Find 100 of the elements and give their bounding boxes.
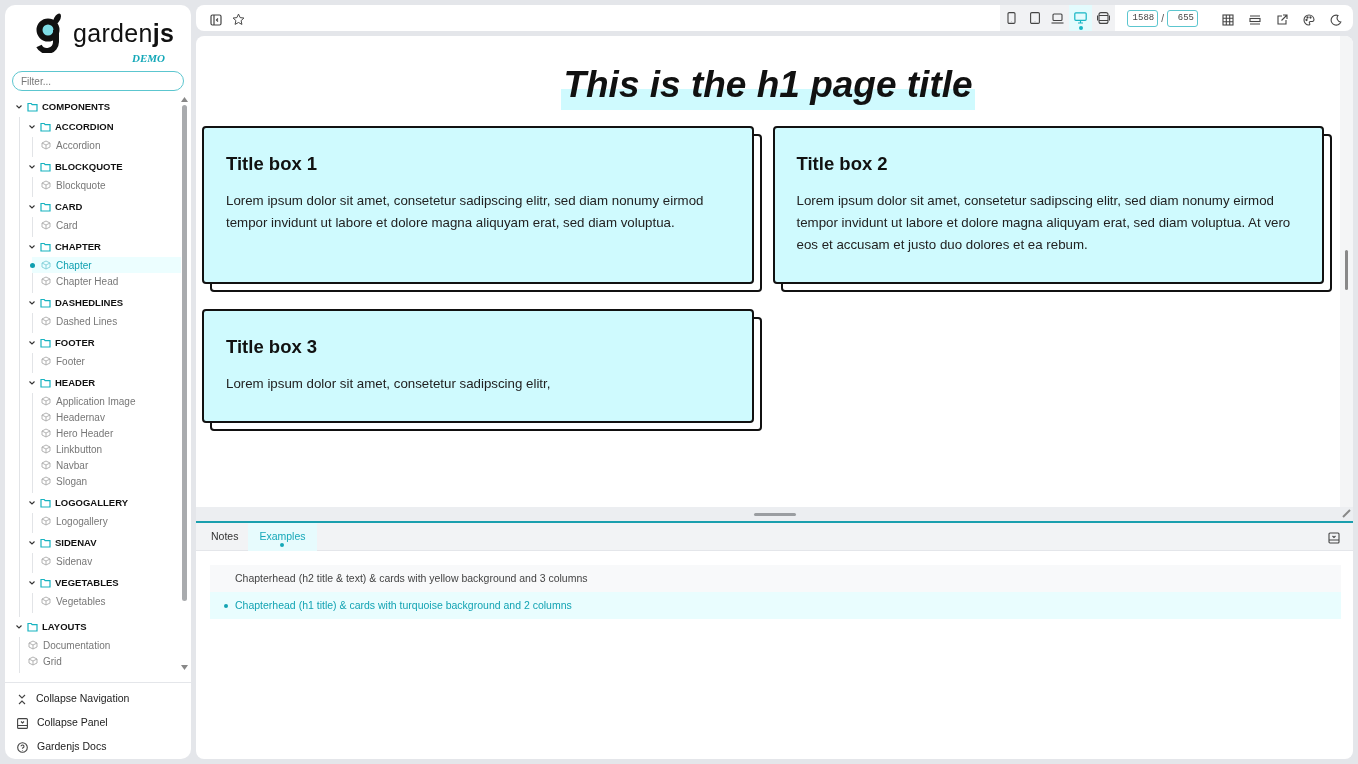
folder-item[interactable]: SIDENAV: [28, 533, 181, 553]
cube-icon: [41, 220, 51, 230]
nav-item[interactable]: Footer: [32, 353, 181, 369]
folder-item[interactable]: HEADER: [28, 373, 181, 393]
nav-item[interactable]: Accordion: [32, 137, 181, 153]
nav-item[interactable]: Vegetables: [32, 593, 181, 609]
panel-icon: [1327, 532, 1340, 545]
chevron-down-icon: [28, 299, 36, 307]
folder-icon: [40, 162, 51, 172]
folder-icon: [40, 538, 51, 548]
demo-label: DEMO: [131, 53, 165, 63]
collapse-icon: [17, 693, 27, 705]
nav-item[interactable]: Slogan: [32, 473, 181, 489]
nav-item[interactable]: Chapter: [32, 257, 181, 273]
active-dot: [30, 263, 35, 268]
scrollbar-thumb[interactable]: [182, 105, 187, 601]
folder-item[interactable]: CHAPTER: [28, 237, 181, 257]
nav-item[interactable]: Hero Header: [32, 425, 181, 441]
width-field[interactable]: 1588: [1127, 9, 1159, 27]
nav-item[interactable]: Blockquote: [32, 177, 181, 193]
cube-icon: [28, 656, 38, 666]
cube-icon: [41, 556, 51, 566]
nav-item[interactable]: Grid: [19, 653, 181, 669]
card-text: Lorem ipsum dolor sit amet, consetetur sadipscing elitr,: [226, 374, 552, 393]
chevron-down-icon: [28, 579, 36, 587]
card-text: Lorem ipsum dolor sit amet, consetetur sadipscing elitr, sed diam nonumy eirmod tempor invidunt ut labore et dolore magna aliquyam erat, sed diam voluptua.: [226, 191, 705, 232]
height-field[interactable]: 655: [1167, 9, 1198, 27]
folder-icon: [40, 498, 51, 508]
cube-icon: [41, 396, 51, 406]
laptop-icon: [1051, 12, 1065, 24]
resize-icon[interactable]: [1342, 509, 1351, 518]
card-text: Lorem ipsum dolor sit amet, consetetur sadipscing elitr, sed diam nonumy eirmod tempor invidunt ut labore et dolore magna aliquyam erat, sed diam voluptua. At vero eos et accusam et justo duo dolores et ea rebum.: [796, 191, 1292, 254]
folder-item[interactable]: LAYOUTS: [15, 617, 181, 637]
folder-icon: [40, 298, 51, 308]
active-dot: [224, 604, 228, 608]
filter-field[interactable]: Filter...: [12, 71, 184, 91]
ruler-icon: [1248, 13, 1261, 26]
full-icon: [1097, 12, 1111, 24]
folder-item[interactable]: BLOCKQUOTE: [28, 157, 181, 177]
example-item[interactable]: Chapterhead (h1 title) & cards with turquoise background and 2 columns: [210, 592, 1341, 619]
folder-icon: [40, 378, 51, 388]
star-icon: [232, 13, 245, 27]
separator-text: /: [1161, 11, 1164, 26]
cube-icon: [41, 596, 51, 606]
panel-tab[interactable]: Notes: [204, 522, 246, 551]
resize-handle[interactable]: [753, 512, 796, 516]
folder-item[interactable]: ACCORDION: [28, 117, 181, 137]
folder-item[interactable]: LOGOGALLERY: [28, 493, 181, 513]
moon-icon: [1329, 13, 1342, 26]
chevron-down-icon: [28, 339, 36, 347]
chevron-down-icon: [28, 203, 36, 211]
nav-item[interactable]: Documentation: [19, 637, 181, 653]
scroll-down-icon[interactable]: [181, 665, 188, 670]
card-title: Title box 2: [796, 152, 889, 176]
help-icon: [17, 741, 28, 753]
cube-icon: [41, 180, 51, 190]
cube-icon: [28, 640, 38, 650]
nav-item[interactable]: Linkbutton: [32, 441, 181, 457]
folder-item[interactable]: DASHEDLINES: [28, 293, 181, 313]
folder-icon: [40, 202, 51, 212]
cube-icon: [41, 276, 51, 286]
cube-icon: [41, 140, 51, 150]
nav-item[interactable]: Chapter Head: [32, 273, 181, 289]
nav-item[interactable]: Logogallery: [32, 513, 181, 529]
folder-item[interactable]: CARD: [28, 197, 181, 217]
sidebar-link[interactable]: Collapse Panel: [17, 711, 191, 735]
panel-icon: [17, 717, 28, 729]
cube-icon: [41, 516, 51, 526]
folder-icon: [40, 122, 51, 132]
nav-item[interactable]: Headernav: [32, 409, 181, 425]
sidebar-icon: [209, 13, 222, 26]
card-title: Title box 3: [226, 334, 319, 359]
sidebar-link[interactable]: Collapse Navigation: [17, 687, 191, 711]
cube-icon: [41, 444, 51, 454]
nav-item[interactable]: Application Image: [32, 393, 181, 409]
scroll-up-icon[interactable]: [181, 97, 188, 102]
cube-icon: [41, 412, 51, 422]
chevron-down-icon: [28, 539, 36, 547]
cube-icon: [41, 428, 51, 438]
nav-item[interactable]: Card: [32, 217, 181, 233]
nav-item[interactable]: Dashed Lines: [32, 313, 181, 329]
folder-item[interactable]: VEGETABLES: [28, 573, 181, 593]
phone-icon: [1007, 12, 1017, 24]
cube-icon: [41, 460, 51, 470]
nav-item[interactable]: Sidenav: [32, 553, 181, 569]
chevron-down-icon: [28, 499, 36, 507]
logo-text: gardenjs: [73, 20, 175, 46]
chevron-down-icon: [28, 123, 36, 131]
panel-tab[interactable]: Examples: [248, 522, 317, 551]
nav-item[interactable]: Navbar: [32, 457, 181, 473]
folder-icon: [27, 102, 38, 112]
folder-icon: [40, 578, 51, 588]
sidebar-link[interactable]: Gardenjs Docs: [17, 735, 191, 759]
folder-item[interactable]: FOOTER: [28, 333, 181, 353]
card-title: Title box 1: [226, 152, 319, 176]
tablet-icon: [1029, 12, 1040, 24]
example-item[interactable]: Chapterhead (h2 title & text) & cards with yellow background and 3 columns: [210, 565, 1341, 592]
chevron-down-icon: [28, 379, 36, 387]
folder-item[interactable]: COMPONENTS: [15, 97, 181, 117]
scrollbar-thumb[interactable]: [1345, 250, 1348, 290]
